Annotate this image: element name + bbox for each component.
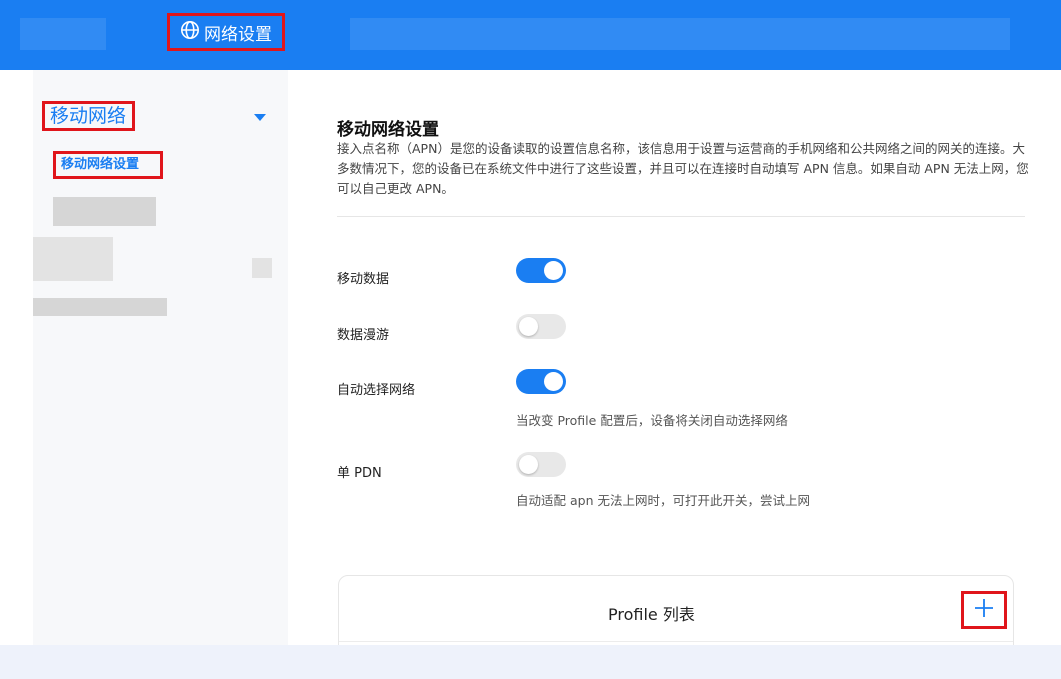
toggle-knob bbox=[519, 455, 538, 474]
profile-list-separator bbox=[339, 641, 1013, 642]
data-roaming-label: 数据漫游 bbox=[337, 328, 390, 343]
data-roaming-toggle[interactable] bbox=[516, 314, 566, 339]
blurred-sidebar-icon bbox=[252, 258, 272, 278]
toggle-knob bbox=[519, 317, 538, 336]
page-title: 移动网络设置 bbox=[337, 120, 439, 140]
bottom-bar bbox=[0, 645, 1061, 679]
toggle-knob bbox=[544, 372, 563, 391]
caret-down-icon[interactable] bbox=[254, 114, 266, 121]
toggle-knob bbox=[544, 261, 563, 280]
auto-select-network-toggle[interactable] bbox=[516, 369, 566, 394]
mobile-data-label: 移动数据 bbox=[337, 272, 390, 287]
blurred-nav-items bbox=[350, 18, 1010, 50]
blurred-sidebar-item bbox=[53, 197, 156, 226]
blurred-nav-item bbox=[20, 18, 106, 50]
globe-icon bbox=[180, 20, 200, 45]
sidebar-item-mobile-network-settings[interactable]: 移动网络设置 bbox=[53, 151, 163, 179]
single-pdn-hint: 自动适配 apn 无法上网时，可打开此开关，尝试上网 bbox=[516, 493, 810, 508]
auto-select-network-label: 自动选择网络 bbox=[337, 383, 416, 398]
plus-icon bbox=[973, 597, 995, 623]
nav-network-settings[interactable]: 网络设置 bbox=[167, 13, 285, 51]
blurred-sidebar-item bbox=[33, 237, 113, 281]
mobile-data-toggle[interactable] bbox=[516, 258, 566, 283]
nav-network-label: 网络设置 bbox=[204, 24, 272, 45]
profile-list-title: Profile 列表 bbox=[608, 605, 695, 624]
single-pdn-toggle[interactable] bbox=[516, 452, 566, 477]
page-description: 接入点名称（APN）是您的设备读取的设置信息名称，该信息用于设置与运营商的手机网… bbox=[337, 141, 1029, 196]
top-nav-bar bbox=[0, 0, 1061, 70]
blurred-sidebar-item bbox=[33, 298, 167, 316]
sidebar-group-mobile-network[interactable]: 移动网络 bbox=[42, 101, 135, 131]
add-profile-button[interactable] bbox=[961, 591, 1007, 629]
single-pdn-label: 单 PDN bbox=[337, 466, 382, 481]
divider bbox=[337, 216, 1025, 217]
auto-select-network-hint: 当改变 Profile 配置后，设备将关闭自动选择网络 bbox=[516, 413, 788, 428]
